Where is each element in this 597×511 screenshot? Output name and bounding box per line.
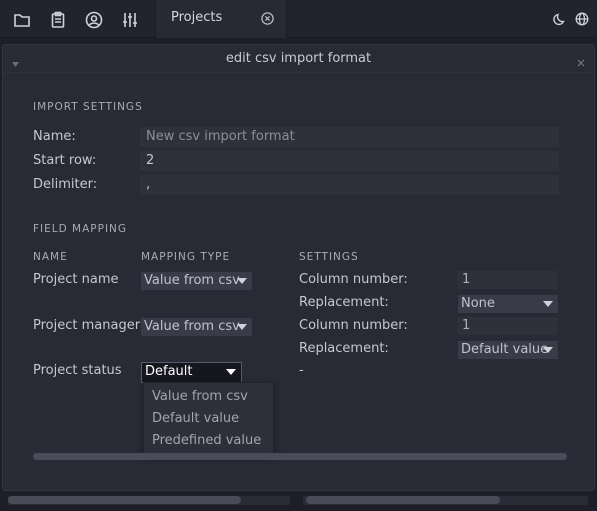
- tab-projects[interactable]: Projects: [155, 0, 287, 38]
- caret-down-icon: [237, 324, 247, 330]
- start-row-input[interactable]: 2: [140, 151, 559, 171]
- scrollbar-thumb[interactable]: [306, 496, 500, 504]
- column-number-label: Column number:: [299, 272, 408, 287]
- top-toolbar: Projects: [0, 0, 597, 38]
- dropdown-option[interactable]: Value from csv: [152, 389, 248, 404]
- moon-icon[interactable]: [553, 12, 567, 26]
- close-icon[interactable]: [576, 53, 586, 67]
- settings-placeholder: -: [299, 363, 304, 378]
- caret-down-icon: [543, 347, 553, 353]
- dialog-titlebar: edit csv import format: [3, 45, 594, 73]
- replacement-label: Replacement:: [299, 341, 389, 356]
- caret-down-icon: [226, 369, 236, 375]
- mapping-type-select[interactable]: Value from csv: [141, 318, 252, 336]
- caret-down-icon: [543, 301, 553, 307]
- field-mapping-heading: FIELD MAPPING: [33, 223, 128, 235]
- select-value: Value from csv: [144, 273, 240, 288]
- name-column-header: NAME: [33, 251, 68, 263]
- dropdown-option[interactable]: Default value: [152, 411, 239, 426]
- mapping-type-select[interactable]: Value from csv: [141, 272, 252, 290]
- scrollbar-thumb[interactable]: [8, 496, 241, 504]
- delimiter-input[interactable]: ,: [140, 175, 559, 195]
- horizontal-scrollbar[interactable]: [33, 453, 567, 460]
- tab-label: Projects: [171, 10, 223, 25]
- select-value: None: [461, 296, 495, 311]
- mapping-type-select-open[interactable]: Default: [141, 362, 242, 383]
- caret-down-icon: [237, 278, 247, 284]
- mapping-type-column-header: MAPPING TYPE: [141, 251, 231, 263]
- mapping-type-dropdown: Value from csv Default value Predefined …: [143, 382, 274, 457]
- dropdown-option[interactable]: Predefined value: [152, 433, 261, 448]
- close-tab-icon[interactable]: [261, 12, 274, 25]
- select-value: Default value: [461, 342, 549, 357]
- column-number-input[interactable]: 1: [457, 317, 558, 335]
- name-label: Name:: [33, 129, 76, 144]
- mapping-row-name: Project name: [33, 272, 119, 287]
- replacement-select[interactable]: None: [458, 295, 558, 313]
- mapping-row-name: Project manager: [33, 318, 141, 333]
- import-settings-heading: IMPORT SETTINGS: [33, 101, 143, 113]
- mapping-row-name: Project status: [33, 363, 122, 378]
- start-row-label: Start row:: [33, 153, 97, 168]
- settings-column-header: SETTINGS: [299, 251, 359, 263]
- replacement-select[interactable]: Default value: [458, 341, 558, 359]
- column-number-label: Column number:: [299, 318, 408, 333]
- select-value: Default: [145, 364, 193, 379]
- column-number-input[interactable]: 1: [457, 271, 558, 289]
- edit-csv-import-dialog: edit csv import format IMPORT SETTINGS N…: [2, 44, 595, 491]
- name-input[interactable]: New csv import format: [140, 127, 559, 147]
- replacement-label: Replacement:: [299, 295, 389, 310]
- dialog-title: edit csv import format: [225, 51, 372, 66]
- bottom-panel: [0, 491, 597, 511]
- select-value: Value from csv: [144, 319, 240, 334]
- sliders-icon[interactable]: [121, 11, 139, 29]
- folder-icon[interactable]: [13, 11, 31, 29]
- delimiter-label: Delimiter:: [33, 177, 98, 192]
- user-circle-icon[interactable]: [85, 11, 103, 29]
- clipboard-icon[interactable]: [49, 11, 67, 29]
- globe-icon[interactable]: [575, 12, 589, 26]
